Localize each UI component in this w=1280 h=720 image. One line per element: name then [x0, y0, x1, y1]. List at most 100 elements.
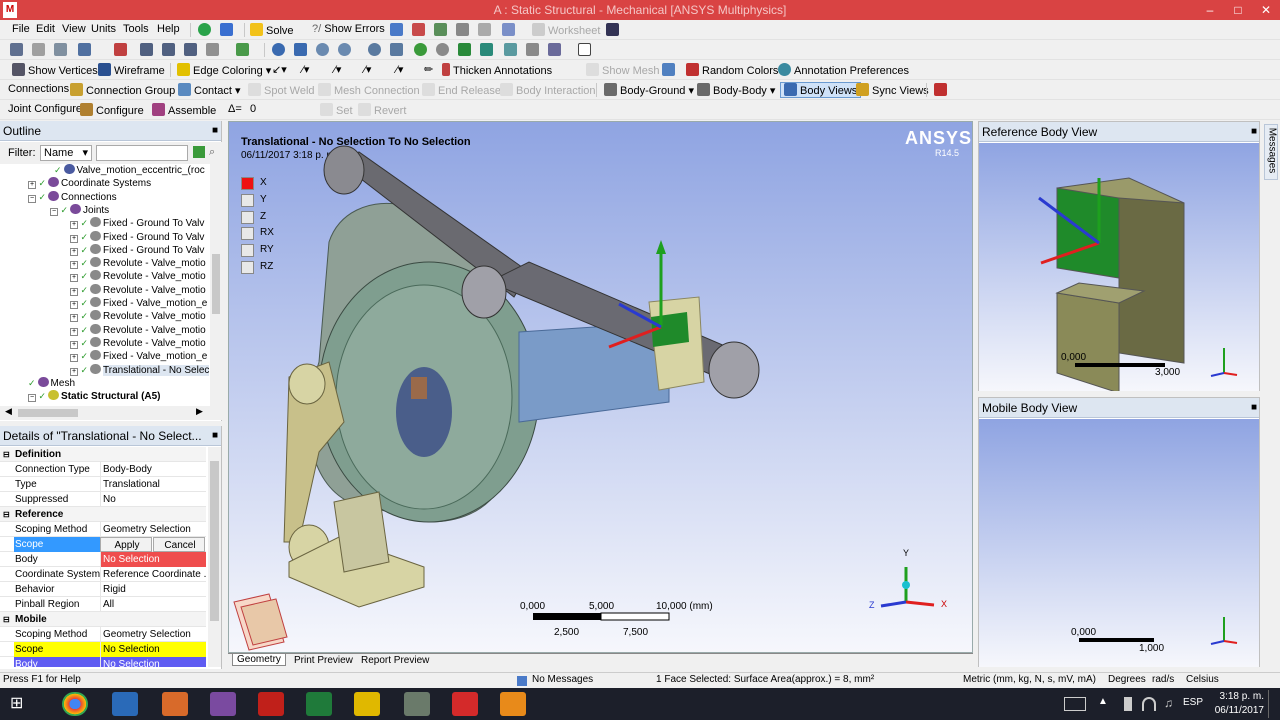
body-icon[interactable] [206, 43, 222, 57]
details-value[interactable]: No Selection [100, 657, 206, 667]
clock-date[interactable]: 06/11/2017 [1210, 705, 1264, 716]
status-angle-units[interactable]: Degrees [1108, 674, 1146, 685]
body-interaction-button[interactable]: Body Interaction [500, 83, 596, 97]
wifi-icon[interactable] [1142, 697, 1156, 711]
windows-start-icon[interactable]: ⊞ [10, 695, 28, 713]
exit-icon[interactable] [934, 83, 950, 97]
expand-toggle-icon[interactable]: + [70, 301, 78, 309]
tree-item[interactable]: + ✓ Fixed - Ground To Valv [70, 243, 204, 257]
toolbar-icon-d[interactable] [456, 23, 472, 37]
menu-file[interactable]: File [12, 23, 30, 35]
tree-item[interactable]: + ✓ Fixed - Valve_motion_e [70, 297, 207, 310]
details-section[interactable]: ⊟ Definition [0, 447, 206, 462]
menu-view[interactable]: View [62, 23, 86, 35]
expand-toggle-icon[interactable]: + [70, 247, 78, 256]
menu-help[interactable]: Help [157, 23, 180, 35]
excel-icon[interactable] [306, 692, 332, 716]
tree-item[interactable]: − ✓ Joints [50, 203, 109, 217]
model-geometry[interactable] [229, 122, 973, 653]
mobile-pin-icon[interactable]: ■ [1251, 398, 1257, 418]
minimize-button[interactable]: – [1196, 0, 1224, 20]
valve-pin[interactable] [708, 341, 760, 399]
toolbar-icon-c[interactable] [434, 23, 450, 37]
filter-input[interactable] [96, 145, 188, 161]
magnifier-icon[interactable] [414, 43, 430, 57]
upper-pin[interactable] [323, 145, 365, 195]
connection-group-button[interactable]: Connection Group [70, 83, 175, 97]
annotation-preferences-button[interactable]: Annotation Preferences [778, 63, 909, 77]
details-row[interactable]: Body No Selection [0, 657, 206, 667]
tray-expand-icon[interactable]: ▲ [1098, 696, 1108, 707]
filter-select[interactable]: Name ▾ [40, 145, 92, 161]
show-errors-button[interactable]: ?/ Show Errors [312, 23, 385, 35]
tree-item[interactable]: + ✓ Revolute - Valve_motio [70, 310, 206, 323]
check-icon[interactable] [198, 23, 214, 37]
show-mesh-button[interactable]: Show Mesh [586, 63, 659, 77]
spot-weld-button[interactable]: Spot Weld [248, 83, 315, 97]
tag-icon[interactable] [548, 43, 564, 57]
status-angular-velocity[interactable]: rad/s [1152, 674, 1174, 685]
delta-value[interactable]: 0 [250, 103, 256, 115]
maximize-button[interactable]: □ [1224, 0, 1252, 20]
refresh-icon[interactable] [193, 146, 205, 158]
previous-view-icon[interactable] [458, 43, 474, 57]
details-row[interactable]: Body No Selection [0, 552, 206, 567]
collapse-icon[interactable]: ⊟ [3, 612, 10, 627]
matlab-icon[interactable] [162, 692, 188, 716]
extend-icon[interactable] [236, 43, 252, 57]
connect-icon[interactable] [220, 23, 236, 37]
pin-icon[interactable]: ■ [212, 121, 218, 141]
pointer-icon[interactable] [114, 43, 130, 57]
details-row[interactable]: Suppressed No [0, 492, 206, 507]
expand-toggle-icon[interactable]: + [70, 314, 78, 323]
collapse-icon[interactable]: ⊟ [3, 507, 10, 522]
battery-icon[interactable] [1124, 697, 1132, 711]
revert-button[interactable]: Revert [358, 103, 406, 117]
expand-toggle-icon[interactable]: − [50, 207, 58, 216]
expand-toggle-icon[interactable]: − [28, 394, 36, 403]
face-icon[interactable] [184, 43, 200, 57]
expand-toggle-icon[interactable]: + [70, 367, 78, 376]
magnifier-2-icon[interactable] [436, 43, 452, 57]
isometric-icon[interactable] [504, 43, 520, 57]
expand-toggle-icon[interactable]: + [70, 340, 78, 349]
details-row[interactable]: Behavior Rigid [0, 582, 206, 597]
next-view-icon[interactable] [480, 43, 496, 57]
media-player-icon[interactable] [500, 692, 526, 716]
select-mode-icon[interactable] [78, 43, 94, 57]
details-value[interactable]: No Selection [100, 552, 206, 567]
thicken-annotations-button[interactable]: Thicken Annotations [442, 63, 552, 77]
details-value[interactable]: Body-Body [100, 462, 206, 477]
cancel-button[interactable]: Cancel [153, 537, 205, 552]
keyboard-icon[interactable] [1064, 697, 1086, 711]
show-desktop-button[interactable] [1268, 690, 1278, 718]
acrobat-icon[interactable] [258, 692, 284, 716]
select-2-icon[interactable] [32, 43, 48, 57]
status-temperature[interactable]: Celsius [1186, 674, 1219, 685]
details-value[interactable]: No Selection [100, 642, 206, 657]
mobile-body-view[interactable]: Mobile Body View ■ 0,000 1,000 [978, 397, 1260, 667]
tree-item[interactable]: + ✓ Revolute - Valve_motio [70, 336, 206, 350]
apply-button[interactable]: Apply [100, 537, 152, 552]
random-colors-button[interactable]: Random Colors [686, 63, 778, 77]
zoom-icon[interactable] [316, 43, 332, 57]
mechanical-icon[interactable] [452, 692, 478, 716]
messages-side-tab[interactable]: Messages [1264, 124, 1278, 180]
ruler-icon[interactable] [526, 43, 542, 57]
details-row[interactable]: Scope Apply Cancel [0, 537, 206, 552]
rotate-icon[interactable] [272, 43, 288, 57]
tree-item[interactable]: + ✓ Revolute - Valve_motio [70, 270, 206, 283]
tab-geometry[interactable]: Geometry [232, 654, 286, 666]
zoom-fit-icon[interactable] [368, 43, 384, 57]
zoom-box-icon[interactable] [338, 43, 354, 57]
tab-print-preview[interactable]: Print Preview [294, 655, 353, 666]
details-value[interactable]: Rigid [100, 582, 206, 597]
expand-toggle-icon[interactable]: + [70, 221, 78, 230]
workbench-icon[interactable] [112, 692, 138, 716]
expand-toggle-icon[interactable]: + [70, 274, 78, 283]
tree-item[interactable]: − ✓ Static Structural (A5) [28, 390, 161, 403]
details-value[interactable]: Geometry Selection [100, 627, 206, 642]
menu-tools[interactable]: Tools [123, 23, 149, 35]
pan-icon[interactable] [294, 43, 310, 57]
details-row[interactable]: Scope No Selection [0, 642, 206, 657]
